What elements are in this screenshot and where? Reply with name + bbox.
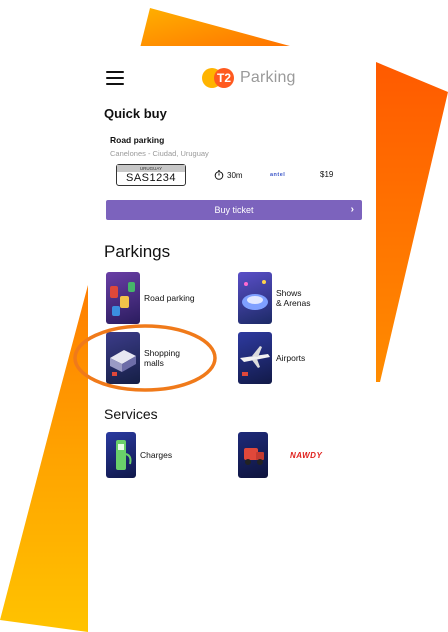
price: $19 — [320, 170, 334, 179]
promo-stage: T2 Parking Quick buy Road parking Canelo… — [0, 0, 448, 632]
logo-mark: T2 — [202, 67, 236, 89]
service-item-charges[interactable]: Charges — [106, 432, 172, 478]
parkings-title: Parkings — [104, 242, 171, 261]
parking-item-label: Road parking — [144, 293, 195, 303]
logo-mark-text: T2 — [214, 68, 234, 88]
plate-country: URUGUAY — [117, 165, 185, 172]
quick-buy-card-title[interactable]: Road parking — [110, 135, 164, 145]
duration[interactable]: 30m — [214, 170, 243, 180]
services-title: Services — [104, 406, 158, 422]
service-item-label: Charges — [140, 450, 173, 460]
logo-text: Parking — [240, 69, 296, 86]
airport-icon — [238, 332, 272, 384]
parking-item-arenas[interactable]: Shows & Arenas — [238, 272, 311, 324]
parking-item-label: Shows & Arenas — [276, 288, 311, 308]
nawdy-logo: NAWDY — [290, 450, 323, 460]
arena-icon — [238, 272, 272, 324]
hamburger-icon[interactable] — [106, 71, 124, 85]
duration-value: 30m — [227, 170, 243, 180]
license-plate[interactable]: URUGUAY SAS1234 — [116, 164, 186, 186]
road-parking-icon — [106, 272, 140, 324]
plate-number: SAS1234 — [126, 172, 176, 184]
timer-icon — [214, 170, 224, 180]
provider-logo: antel — [270, 172, 286, 178]
buy-ticket-label: Buy ticket — [214, 205, 254, 215]
parking-item-label: Airports — [276, 353, 306, 363]
buy-ticket-button[interactable]: Buy ticket › — [106, 200, 362, 220]
chevron-right-icon: › — [350, 204, 354, 215]
right-ribbon — [376, 62, 448, 382]
parking-item-airports[interactable]: Airports — [238, 332, 305, 384]
phone-screen: T2 Parking Quick buy Road parking Canelo… — [73, 46, 376, 632]
highlight-ring — [73, 324, 217, 392]
quick-buy-title: Quick buy — [104, 106, 167, 121]
roadside-assistance-icon — [238, 432, 268, 478]
top-bar: T2 Parking — [106, 66, 356, 90]
service-item-nawdy[interactable]: NAWDY — [238, 432, 322, 478]
ev-charger-icon — [106, 432, 136, 478]
parking-item-road[interactable]: Road parking — [106, 272, 195, 324]
app-logo: T2 Parking — [202, 66, 296, 90]
quick-buy-card-location: Canelones - Ciudad, Uruguay — [110, 149, 209, 158]
